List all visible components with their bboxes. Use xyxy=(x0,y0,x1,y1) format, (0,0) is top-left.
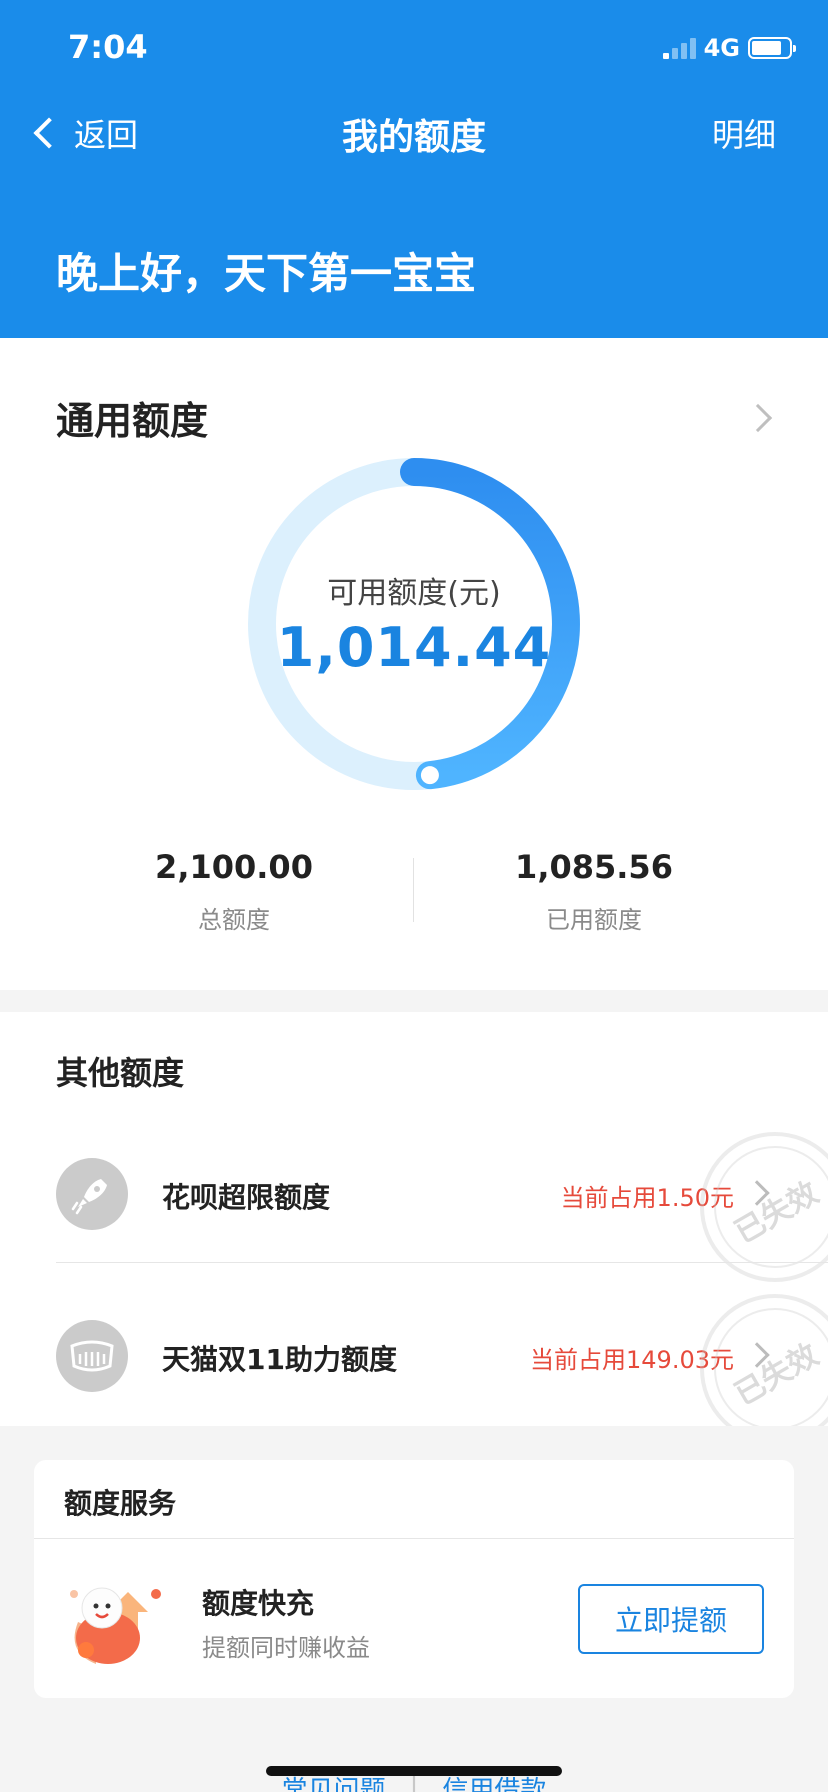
service-desc: 提额同时赚收益 xyxy=(202,1634,370,1662)
service-divider xyxy=(34,1538,794,1539)
stat-divider xyxy=(413,858,414,922)
cat-icon xyxy=(56,1320,128,1392)
ring-end-dot xyxy=(420,766,439,785)
row-divider xyxy=(56,1262,828,1263)
network-label: 4G xyxy=(703,34,740,62)
expired-stamp: 已失效 xyxy=(700,1294,828,1426)
general-quota-title: 通用额度 xyxy=(56,399,209,443)
service-title: 额度服务 xyxy=(64,1487,177,1520)
raise-quota-button[interactable]: 立即提额 xyxy=(578,1584,764,1654)
signal-icon xyxy=(662,37,696,59)
page-title: 我的额度 xyxy=(341,117,486,158)
battery-icon xyxy=(748,37,796,59)
greeting-text: 晚上好，天下第一宝宝 xyxy=(56,249,477,298)
service-name: 额度快充 xyxy=(202,1587,315,1620)
used-quota-stat: 1,085.56 已用额度 xyxy=(444,848,744,935)
home-indicator xyxy=(266,1766,562,1776)
quota-name: 花呗超限额度 xyxy=(162,1181,331,1214)
header: 7:04 4G 返回 我的额度 明细 晚上好，天下第一宝宝 xyxy=(0,0,828,338)
other-quota-title: 其他额度 xyxy=(56,1054,185,1092)
status-bar-right: 4G xyxy=(662,34,796,62)
used-quota-label: 已用额度 xyxy=(546,906,642,934)
chevron-right-icon[interactable] xyxy=(743,403,773,433)
available-label: 可用额度(元) xyxy=(327,576,501,611)
other-quota-card: 其他额度 花呗超限额度 当前占用1.50元 已失效 天猫双11助力额度 当前占用… xyxy=(0,1012,828,1426)
available-value: 1,014.44 xyxy=(276,616,552,679)
general-quota-card[interactable]: 通用额度 可用额度(元) 1,014.44 2,100.00 总额度 1,085… xyxy=(0,338,828,990)
expired-stamp: 已失效 xyxy=(700,1132,828,1282)
quota-row-overlimit[interactable]: 花呗超限额度 当前占用1.50元 已失效 xyxy=(0,1112,828,1282)
quota-name: 天猫双11助力额度 xyxy=(162,1343,397,1376)
quota-row-double11[interactable]: 天猫双11助力额度 当前占用149.03元 已失效 xyxy=(0,1274,828,1426)
total-quota-label: 总额度 xyxy=(198,906,270,934)
mascot-illustration xyxy=(70,1587,161,1664)
status-time: 7:04 xyxy=(68,28,148,66)
quota-service-card: 额度服务 额度快充 提额同时赚收益 立即提额 xyxy=(34,1460,794,1698)
rocket-icon xyxy=(56,1158,128,1230)
detail-button[interactable]: 明细 xyxy=(712,110,776,156)
total-quota-stat: 2,100.00 总额度 xyxy=(84,848,384,935)
used-quota-value: 1,085.56 xyxy=(515,848,673,886)
total-quota-value: 2,100.00 xyxy=(155,848,313,886)
